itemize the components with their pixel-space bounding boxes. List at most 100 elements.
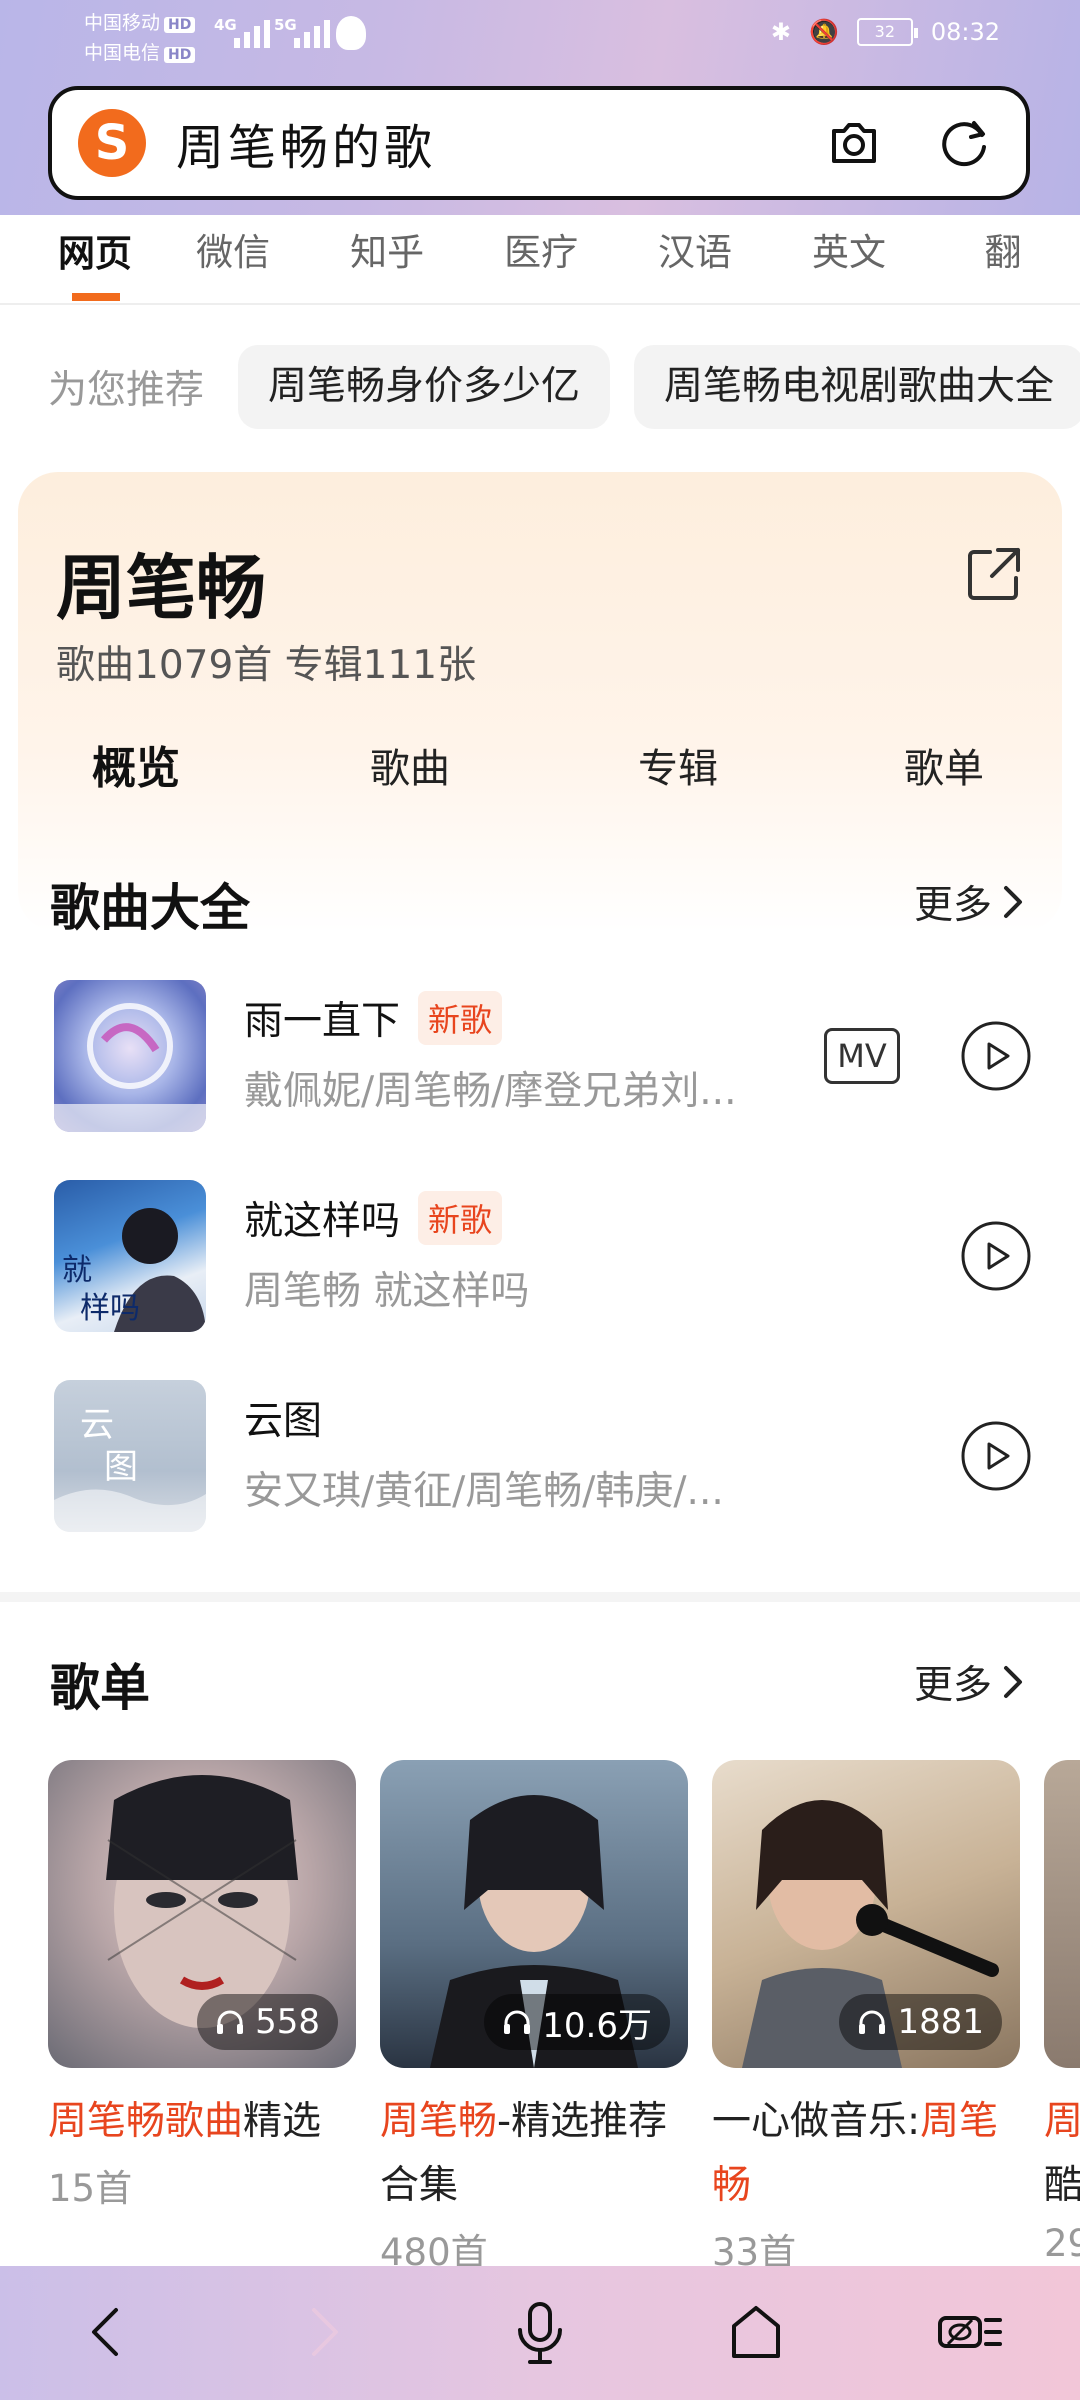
song-title-text: 就这样吗 [244, 1199, 401, 1244]
tab-translate[interactable]: 翻 [926, 215, 1080, 303]
playlist-title-highlight: 周笔畅 [380, 2099, 498, 2144]
playlist-card[interactable]: 1881 一心做音乐:周笔畅 33首 [712, 1760, 1020, 2276]
playlist-card[interactable]: 558 周笔畅歌曲精选 15首 [48, 1760, 356, 2212]
playlists-more-label: 更多 [913, 1663, 992, 1708]
song-row[interactable]: 就 样吗 就这样吗 新歌 周笔畅 就这样吗 [0, 1180, 1080, 1340]
tab-wechat[interactable]: 微信 [156, 215, 310, 303]
tab-songs[interactable]: 歌曲 [370, 736, 450, 794]
song-row[interactable]: 雨一直下 新歌 戴佩妮/周笔畅/摩登兄弟刘... MV [0, 980, 1080, 1140]
playlist-title-rest: 精选 [243, 2099, 322, 2144]
microphone-icon[interactable] [504, 2296, 576, 2368]
playlist-title-rest: 一心做音乐: [712, 2099, 921, 2144]
sogou-logo-icon[interactable]: S [78, 109, 146, 177]
play-count: 10.6万 [484, 1994, 670, 2050]
mv-button[interactable]: MV [824, 1028, 900, 1084]
playlist-title: 一心做音乐:周笔畅 [712, 2090, 1020, 2218]
tab-albums[interactable]: 专辑 [638, 736, 718, 794]
chevron-right-icon [1004, 1666, 1022, 1698]
play-count-value: 1881 [897, 2002, 984, 2042]
playlist-card[interactable]: 周酷 29 [1044, 1760, 1080, 2265]
battery-level: 32 [874, 22, 895, 41]
playlist-title: 周酷 [1044, 2090, 1080, 2218]
no-image-mode-icon[interactable] [934, 2296, 1006, 2368]
clock: 08:32 [930, 18, 1000, 46]
svg-text:样吗: 样吗 [80, 1291, 140, 1326]
tab-zhihu[interactable]: 知乎 [310, 215, 464, 303]
song-title: 雨一直下 新歌 [244, 990, 503, 1046]
songs-more-label: 更多 [913, 883, 992, 928]
song-row[interactable]: 云 图 云图 安又琪/黄征/周笔畅/韩庚/... [0, 1380, 1080, 1540]
song-cover[interactable] [54, 980, 206, 1132]
artist-stats: 歌曲1079首 专辑111张 [56, 643, 477, 688]
playlist-title-highlight: 周 [1044, 2099, 1080, 2144]
play-button-icon[interactable] [960, 1420, 1032, 1492]
carrier-2-label: 中国电信 [84, 42, 161, 64]
playlist-cover[interactable]: 558 [48, 1760, 356, 2068]
search-input[interactable]: 周笔畅的歌 [176, 108, 826, 178]
battery-icon: 32 [856, 18, 918, 46]
back-icon[interactable] [72, 2296, 144, 2368]
playlist-track-count: 29 [1044, 2222, 1080, 2265]
play-button-icon[interactable] [960, 1220, 1032, 1292]
tab-medical[interactable]: 医疗 [464, 215, 618, 303]
carrier-1-label: 中国移动 [84, 12, 161, 34]
share-icon[interactable] [964, 544, 1024, 604]
playlists-section-header: 歌单 更多 [0, 1648, 1080, 1728]
song-title-text: 云图 [244, 1399, 323, 1444]
recommend-label: 为您推荐 [48, 368, 205, 413]
signal-icon [294, 14, 330, 48]
tab-web[interactable]: 网页 [30, 215, 156, 303]
song-title: 云图 [244, 1390, 322, 1446]
playlist-cover[interactable]: 1881 [712, 1760, 1020, 2068]
signal-icon [234, 14, 270, 48]
chevron-right-icon [1004, 886, 1022, 918]
search-box[interactable]: S 周笔畅的歌 [48, 86, 1030, 200]
section-divider [0, 1592, 1080, 1602]
refresh-icon[interactable] [936, 115, 992, 171]
recommendation-row: 为您推荐 周笔畅身价多少亿 周笔畅电视剧歌曲大全 [0, 345, 1080, 429]
playlist-cover[interactable]: 10.6万 [380, 1760, 688, 2068]
search-category-tabs: 网页 微信 知乎 医疗 汉语 英文 翻 [0, 215, 1080, 305]
playlist-title: 周笔畅-精选推荐合集 [380, 2090, 688, 2218]
playlists-more-link[interactable]: 更多 [914, 1654, 1024, 1710]
play-count: 558 [197, 1994, 338, 2050]
forward-icon[interactable] [286, 2296, 358, 2368]
recommend-chip[interactable]: 周笔畅身价多少亿 [238, 345, 611, 429]
artist-name[interactable]: 周笔畅 [56, 532, 266, 633]
bluetooth-icon: ✱ [770, 18, 791, 46]
tab-chinese[interactable]: 汉语 [618, 215, 772, 303]
songs-more-link[interactable]: 更多 [914, 874, 1024, 930]
play-count-value: 558 [255, 2002, 320, 2042]
playlist-cover[interactable] [1044, 1760, 1080, 2068]
cover-art-icon [54, 1003, 206, 1132]
camera-icon[interactable] [826, 115, 882, 171]
tab-overview[interactable]: 概览 [92, 732, 180, 796]
cover-art-icon: 就 样吗 [62, 1208, 206, 1332]
recommend-chip[interactable]: 周笔畅电视剧歌曲大全 [634, 345, 1080, 429]
playlist-card[interactable]: 10.6万 周笔畅-精选推荐合集 480首 [380, 1760, 688, 2276]
carrier-2: 中国电信 HD [84, 38, 196, 65]
headphones-icon [504, 2010, 531, 2034]
tab-playlists[interactable]: 歌单 [904, 736, 984, 794]
mute-bell-icon: 🔕 [808, 18, 839, 46]
song-artists: 戴佩妮/周笔畅/摩登兄弟刘... [244, 1069, 737, 1114]
home-icon[interactable] [720, 2296, 792, 2368]
playlist-title: 周笔畅歌曲精选 [48, 2090, 356, 2154]
play-button-icon[interactable] [960, 1020, 1032, 1092]
new-song-badge: 新歌 [418, 991, 503, 1045]
hd-badge: HD [164, 17, 196, 33]
cover-art-icon: 云 图 [54, 1405, 206, 1532]
playlists-section-title: 歌单 [50, 1659, 150, 1717]
tab-overview-label: 概览 [92, 743, 180, 794]
status-bar: 中国移动 HD 中国电信 HD 4G 5G ✱ 🔕 32 08:32 [0, 0, 1080, 72]
playlist-track-count: 15首 [48, 2167, 133, 2210]
artist-tabs: 概览 歌曲 专辑 歌单 [18, 732, 1062, 802]
headphones-icon [217, 2010, 244, 2034]
svg-text:图: 图 [104, 1447, 138, 1487]
play-count-value: 10.6万 [542, 2005, 652, 2046]
song-cover[interactable]: 云 图 [54, 1380, 206, 1532]
play-count: 1881 [839, 1994, 1002, 2050]
tab-english[interactable]: 英文 [772, 215, 926, 303]
song-cover[interactable]: 就 样吗 [54, 1180, 206, 1332]
song-title: 就这样吗 新歌 [244, 1190, 503, 1246]
